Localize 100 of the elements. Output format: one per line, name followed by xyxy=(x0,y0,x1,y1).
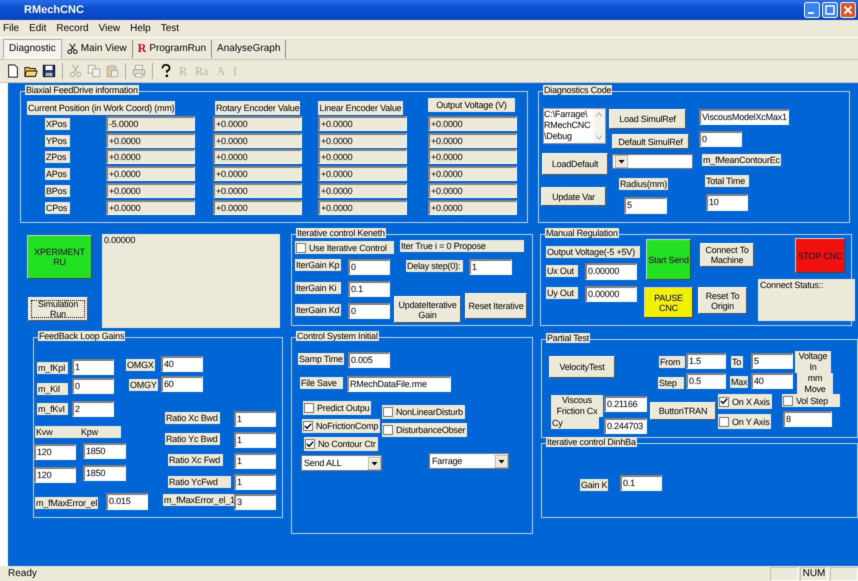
maximize-icon[interactable] xyxy=(822,2,838,18)
button[interactable]: LoadDefault xyxy=(542,153,608,175)
checkbox[interactable]: On X Axis xyxy=(718,394,772,409)
dropdown[interactable]: Send ALL xyxy=(301,455,382,471)
button[interactable]: Reset To Origin xyxy=(698,287,747,314)
dropdown[interactable]: Farrage xyxy=(429,453,509,469)
dropdown-arrow-icon[interactable] xyxy=(368,456,381,470)
text-field[interactable]: 1 xyxy=(234,411,276,427)
text-field[interactable]: 0.21166 xyxy=(604,396,647,412)
text-field[interactable]: 60 xyxy=(161,376,203,392)
checkbox[interactable]: No Contour Ctr xyxy=(304,437,378,451)
list-item[interactable]: \Debug xyxy=(544,131,593,142)
text-field[interactable]: 0 xyxy=(72,378,114,394)
dropdown-arrow-icon[interactable] xyxy=(615,155,628,168)
readout-field: +0.0000 xyxy=(428,166,517,182)
new-document-icon[interactable] xyxy=(6,64,20,78)
open-folder-icon[interactable] xyxy=(24,64,38,78)
tab[interactable]: R ProgramRun xyxy=(132,40,212,58)
tab[interactable]: AnalyseGraph xyxy=(212,40,286,58)
text-field[interactable]: 40 xyxy=(161,356,203,372)
text-field[interactable]: 0.244703 xyxy=(604,418,647,434)
menu-item[interactable]: Edit xyxy=(29,23,46,34)
checkbox[interactable]: NonLinearDisturb xyxy=(382,405,465,419)
checkbox[interactable]: On Y Axis xyxy=(718,414,772,429)
dropdown-arrow-icon[interactable] xyxy=(495,454,508,468)
text-field[interactable]: 5 xyxy=(751,353,793,369)
checkbox[interactable]: Predict Outpu xyxy=(303,401,372,415)
text-field[interactable]: 0.1 xyxy=(348,281,390,297)
readout-field: +0.0000 xyxy=(428,132,517,148)
button[interactable]: Load SimulRef xyxy=(609,109,686,129)
close-icon[interactable] xyxy=(840,2,856,18)
field-label: OMGY xyxy=(129,379,158,391)
text-field[interactable]: 0.015 xyxy=(106,493,148,510)
text-field[interactable]: 0.00000 xyxy=(585,263,637,280)
button[interactable]: Update Var xyxy=(541,187,606,206)
text-field[interactable]: RMechDataFile.rme xyxy=(347,376,451,392)
checkbox[interactable]: NoFrictionComp xyxy=(302,419,380,433)
text-field[interactable]: 1 xyxy=(234,453,276,469)
menu-item[interactable]: File xyxy=(3,23,20,34)
group-title: Biaxial FeedDrive information xyxy=(25,85,139,95)
button[interactable]: Connect To Machine xyxy=(700,243,754,267)
text-field[interactable]: 0 xyxy=(348,259,390,275)
button[interactable]: Start Send xyxy=(646,239,691,280)
scrollbar-icon[interactable] xyxy=(593,109,605,143)
help-icon[interactable] xyxy=(159,64,173,78)
menu-item[interactable]: Record xyxy=(56,23,89,34)
text-field[interactable]: 1.5 xyxy=(686,353,726,369)
field-label: File Save xyxy=(300,377,343,389)
text-field[interactable]: ViscousModelXcMax1 xyxy=(699,109,789,125)
text-field[interactable]: 5 xyxy=(624,197,667,214)
text-field[interactable]: 2 xyxy=(72,401,114,417)
readout-field: +0.0000 xyxy=(428,116,517,131)
dropdown[interactable] xyxy=(612,154,693,169)
field-label: Ratio Xc Fwd xyxy=(168,454,223,466)
text-field[interactable]: 1 xyxy=(234,474,276,490)
button[interactable]: Simulation Run xyxy=(28,297,88,321)
text-field[interactable]: 1 xyxy=(72,359,114,375)
text-field[interactable]: 1 xyxy=(234,432,276,448)
text-field[interactable]: 0.1 xyxy=(620,475,662,491)
tab[interactable]: Diagnostic xyxy=(3,38,62,58)
button[interactable]: Default SimulRef xyxy=(612,134,689,149)
button[interactable]: XPERIMENT RU xyxy=(27,235,92,279)
checkbox[interactable]: Use Iterative Control xyxy=(295,241,394,254)
menu-item[interactable]: Test xyxy=(160,23,180,34)
text-field[interactable]: 8 xyxy=(783,411,832,427)
button[interactable]: VelocityTest xyxy=(549,356,615,378)
text-field[interactable]: 10 xyxy=(706,194,748,211)
text-field[interactable]: 0.00000 xyxy=(585,286,637,302)
field-label: m_fMaxError_el_1 xyxy=(163,494,236,506)
button[interactable]: STOP CNC xyxy=(795,238,845,273)
checkbox[interactable]: Vol Step xyxy=(782,394,840,407)
column-header: Current Position (in Work Coord) (mm) xyxy=(27,101,176,115)
checkbox[interactable]: DisturbanceObser xyxy=(382,423,468,437)
button[interactable]: ButtonTRAN xyxy=(650,402,716,420)
readout-field: +0.0000 xyxy=(213,182,302,198)
list-item[interactable]: RMechCNC xyxy=(544,120,593,131)
field-label: Samp Time xyxy=(298,353,344,365)
text-field[interactable]: 0.005 xyxy=(348,352,390,368)
text-field[interactable]: 1850 xyxy=(83,443,126,459)
readout-field: +0.0000 xyxy=(106,200,195,214)
text-field[interactable]: 3 xyxy=(234,494,276,510)
tab[interactable]: Main View xyxy=(62,40,133,58)
minimize-icon[interactable] xyxy=(804,2,820,18)
text-field[interactable]: 120 xyxy=(34,467,76,483)
text-field[interactable]: 0 xyxy=(348,303,390,319)
field-label: IterGain Ki xyxy=(295,282,341,294)
text-field[interactable]: 0 xyxy=(699,131,742,147)
list-item[interactable]: C:\Farrage\ xyxy=(544,109,593,120)
button[interactable]: UpdateIterative Gain xyxy=(394,296,461,323)
menu-item[interactable]: View xyxy=(98,23,120,34)
text-field[interactable]: 1850 xyxy=(83,465,126,481)
row-label: BPos xyxy=(45,184,70,197)
text-field[interactable]: 40 xyxy=(751,373,793,389)
menu-item[interactable]: Help xyxy=(130,23,151,34)
button[interactable]: Reset Iterative xyxy=(465,293,527,319)
list-box[interactable]: C:\Farrage\ RMechCNC \Debug xyxy=(543,108,606,144)
text-field[interactable]: 120 xyxy=(34,444,76,460)
text-field[interactable]: 0.5 xyxy=(686,373,726,389)
button[interactable]: PAUSE CNC xyxy=(644,287,693,318)
text-field[interactable]: 1 xyxy=(469,259,512,275)
